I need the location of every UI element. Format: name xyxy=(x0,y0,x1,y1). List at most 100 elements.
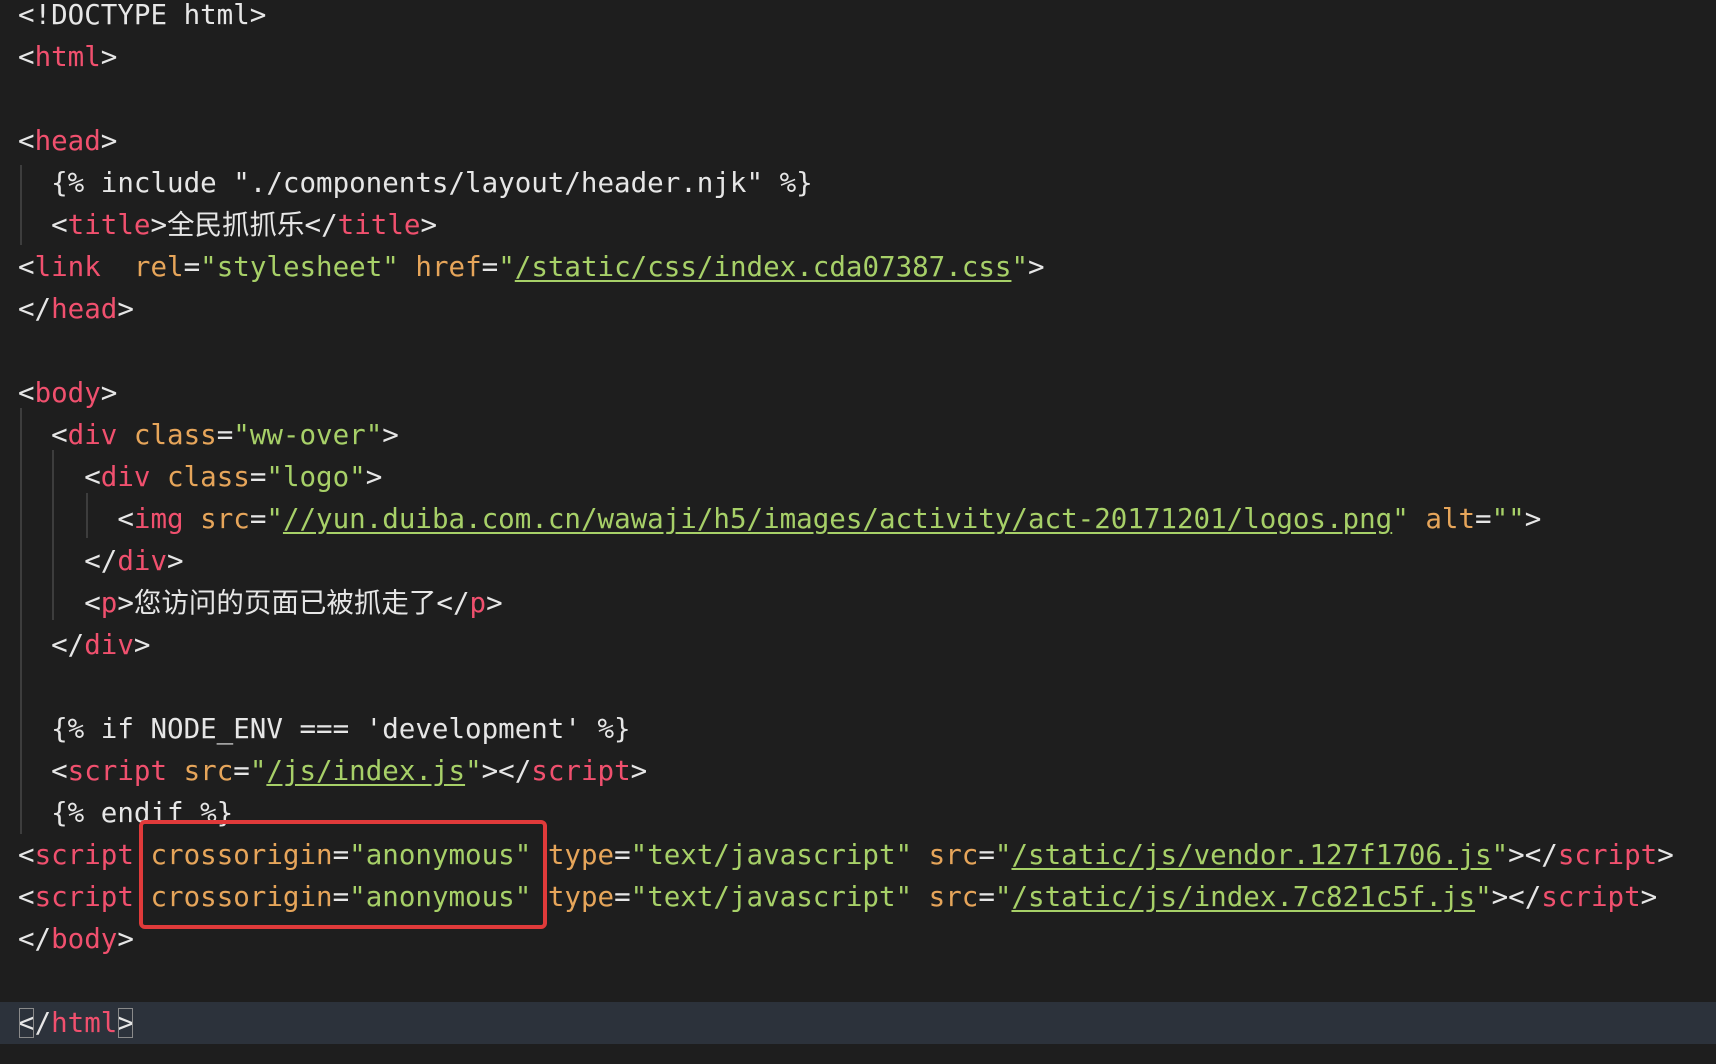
code-token: "text/javascript" xyxy=(630,881,913,913)
code-line[interactable]: </body> xyxy=(0,918,1716,960)
code-token: = xyxy=(249,461,267,493)
code-token: > xyxy=(1657,839,1674,871)
code-token: /static/css/index.cda07387.css xyxy=(514,251,1012,283)
code-token: src xyxy=(183,755,234,787)
code-line[interactable]: <html> xyxy=(0,36,1716,78)
code-token: > xyxy=(167,545,184,577)
code-token: div xyxy=(84,629,134,661)
code-line[interactable]: <body> xyxy=(0,372,1716,414)
code-token: type xyxy=(547,881,615,913)
code-token: //yun.duiba.com.cn/wawaji/h5/images/acti… xyxy=(282,503,1393,535)
code-line[interactable]: </html> xyxy=(0,1002,1716,1044)
code-line[interactable]: {% include "./components/layout/header.n… xyxy=(0,162,1716,204)
code-token: > xyxy=(117,1007,134,1039)
code-line[interactable] xyxy=(0,330,1716,372)
code-token: </ xyxy=(436,587,470,619)
code-token: > xyxy=(630,755,648,787)
code-token: > xyxy=(1640,881,1658,913)
code-token: < xyxy=(18,1007,35,1039)
code-line[interactable]: <img src="//yun.duiba.com.cn/wawaji/h5/i… xyxy=(0,498,1716,540)
code-token: p xyxy=(100,587,118,619)
code-token: = xyxy=(978,881,995,913)
code-token: < xyxy=(18,839,35,871)
code-line[interactable]: <script src="/js/index.js"></script> xyxy=(0,750,1716,792)
code-token: head xyxy=(51,293,118,325)
code-token: </ xyxy=(18,923,52,955)
code-token: p xyxy=(469,587,487,619)
code-token: </ xyxy=(18,545,118,577)
code-line[interactable]: <div class="ww-over"> xyxy=(0,414,1716,456)
code-line[interactable] xyxy=(0,960,1716,1002)
code-token: 您访问的页面已被抓走了 xyxy=(133,587,437,619)
code-line[interactable]: <script crossorigin="anonymous" type="te… xyxy=(0,834,1716,876)
code-line[interactable] xyxy=(0,78,1716,120)
code-token: < xyxy=(18,41,35,73)
code-line[interactable]: {% if NODE_ENV === 'development' %} xyxy=(0,708,1716,750)
code-token: body xyxy=(34,377,101,409)
code-line[interactable]: <p>您访问的页面已被抓走了</p> xyxy=(0,582,1716,624)
code-token: ></ xyxy=(1491,881,1542,913)
code-token: " xyxy=(1475,881,1492,913)
code-token: src xyxy=(928,881,979,913)
code-editor[interactable]: <!DOCTYPE html> <html> <head> {% include "… xyxy=(0,0,1716,1064)
code-token: "ww-over" xyxy=(233,419,383,451)
code-token: script xyxy=(1557,839,1658,871)
code-token: "logo" xyxy=(266,461,366,493)
code-line[interactable] xyxy=(0,666,1716,708)
code-token: link xyxy=(34,251,101,283)
code-line[interactable]: </div> xyxy=(0,624,1716,666)
code-token: 全民抓抓乐 xyxy=(167,209,305,241)
code-token: /static/js/index.7c821c5f.js xyxy=(1011,881,1476,913)
code-token: class xyxy=(133,419,217,451)
code-token: = xyxy=(332,839,350,871)
code-token: img xyxy=(133,503,184,535)
code-line[interactable]: <script crossorigin="anonymous" type="te… xyxy=(0,876,1716,918)
code-token: "" xyxy=(1491,503,1525,535)
code-token: < xyxy=(18,503,134,535)
code-token: " xyxy=(465,755,482,787)
code-token: div xyxy=(67,419,118,451)
code-line[interactable]: </head> xyxy=(0,288,1716,330)
code-line[interactable]: {% endif %} xyxy=(0,792,1716,834)
code-line[interactable]: </div> xyxy=(0,540,1716,582)
code-token: {% include "./components/layout/header.n… xyxy=(18,167,813,199)
code-token: " xyxy=(1491,839,1509,871)
code-token: = xyxy=(614,839,631,871)
code-line[interactable]: <link rel="stylesheet" href="/static/css… xyxy=(0,246,1716,288)
code-line[interactable]: <!DOCTYPE html> xyxy=(0,0,1716,36)
code-token: > xyxy=(117,923,134,955)
code-token: = xyxy=(614,881,631,913)
code-token: " xyxy=(994,881,1012,913)
code-token: alt xyxy=(1425,503,1476,535)
code-token: > xyxy=(100,41,118,73)
code-token: / xyxy=(34,1007,52,1039)
code-line[interactable]: <div class="logo"> xyxy=(0,456,1716,498)
code-token: "text/javascript" xyxy=(630,839,913,871)
code-token: script xyxy=(34,839,134,871)
code-token: > xyxy=(420,209,438,241)
code-token: < xyxy=(18,755,68,787)
code-token: {% if NODE_ENV === 'development' %} xyxy=(18,713,631,745)
code-token: = xyxy=(332,881,350,913)
code-token: ></ xyxy=(1508,839,1558,871)
code-token: " xyxy=(1011,251,1029,283)
code-token: " xyxy=(994,839,1012,871)
code-token: "anonymous" xyxy=(349,839,532,871)
code-token: html xyxy=(34,41,101,73)
code-line[interactable]: <head> xyxy=(0,120,1716,162)
code-line[interactable]: <title>全民抓抓乐</title> xyxy=(0,204,1716,246)
code-token: class xyxy=(167,461,250,493)
code-token: script xyxy=(531,755,631,787)
